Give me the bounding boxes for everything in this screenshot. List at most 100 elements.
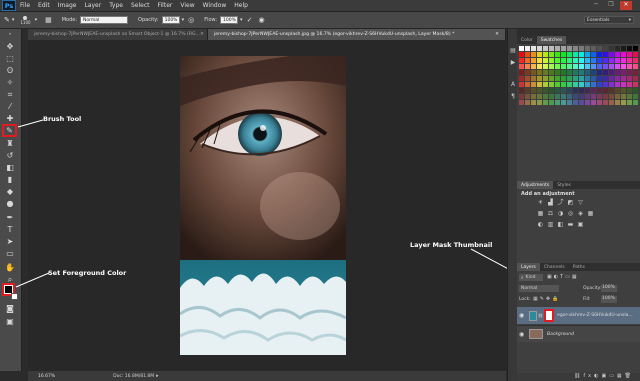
color-swatch[interactable] [567,70,572,75]
color-swatch[interactable] [543,94,548,99]
workspace-select[interactable]: Essentials ▾ [584,16,634,24]
color-swatch[interactable] [519,94,524,99]
brush-tool-icon[interactable]: ✎ [2,124,17,137]
color-swatch[interactable] [519,58,524,63]
color-swatch[interactable] [597,70,602,75]
color-swatch[interactable] [555,70,560,75]
color-swatch[interactable] [573,64,578,69]
color-swatch[interactable] [591,100,596,105]
color-swatch[interactable] [567,88,572,93]
tab-layers[interactable]: Layers [517,263,540,271]
color-swatch[interactable] [609,64,614,69]
quick-mask-icon[interactable]: ◙ [3,304,17,314]
color-swatch[interactable] [585,58,590,63]
color-swatch[interactable] [537,82,542,87]
color-swatch[interactable] [555,64,560,69]
color-swatch[interactable] [549,52,554,57]
lock-icons[interactable]: ▦✎✥🔒 [533,296,560,302]
color-swatch[interactable] [615,64,620,69]
color-swatch[interactable] [585,76,590,81]
curves-icon[interactable]: ⤴ [557,199,564,206]
color-swatch[interactable] [531,58,536,63]
eyedropper-tool-icon[interactable]: ⁄ [3,102,17,112]
color-swatch[interactable] [615,46,620,51]
blur-tool-icon[interactable]: ◆ [3,187,17,197]
color-swatch[interactable] [609,100,614,105]
chevron-down-icon[interactable]: ▾ [182,17,185,23]
layer-row-background[interactable]: ◉ Background [517,325,640,342]
color-swatch[interactable] [621,88,626,93]
color-swatch[interactable] [585,94,590,99]
color-swatch[interactable] [525,70,530,75]
layer-opacity-input[interactable]: 100% [601,285,617,292]
color-swatch[interactable] [585,70,590,75]
color-swatch[interactable] [579,70,584,75]
color-swatch[interactable] [531,82,536,87]
color-swatch[interactable] [627,100,632,105]
channel-mixer-icon[interactable]: ◈ [577,210,584,217]
color-swatch[interactable] [543,64,548,69]
color-swatch[interactable] [603,82,608,87]
visibility-eye-icon[interactable]: ◉ [519,331,527,338]
color-swatch[interactable] [603,88,608,93]
exposure-icon[interactable]: ◩ [567,199,574,206]
color-swatch[interactable] [549,82,554,87]
color-swatch[interactable] [621,100,626,105]
color-swatch[interactable] [627,76,632,81]
color-swatch[interactable] [531,70,536,75]
color-swatch[interactable] [561,88,566,93]
color-swatch[interactable] [537,64,542,69]
tab-color[interactable]: Color [517,36,537,44]
color-swatch[interactable] [561,52,566,57]
color-swatch[interactable] [543,100,548,105]
actions-icon[interactable]: ▶ [509,59,517,67]
crop-tool-icon[interactable]: ⌗ [3,90,17,100]
color-swatch[interactable] [525,88,530,93]
color-swatch[interactable] [597,100,602,105]
color-swatch[interactable] [627,64,632,69]
color-swatch[interactable] [579,64,584,69]
color-swatch[interactable] [585,82,590,87]
tab-smart-object[interactable]: jeremy-bishop-7JPerNWJEAE-unsplash as Sm… [28,29,208,40]
color-swatch[interactable] [525,64,530,69]
mode-select[interactable]: Normal [80,16,129,24]
eraser-tool-icon[interactable]: ◧ [3,163,17,173]
color-swatch[interactable] [555,94,560,99]
chevron-right-icon[interactable]: ▸ [156,373,159,379]
color-swatch[interactable] [549,70,554,75]
layer-thumbnail[interactable] [529,329,543,339]
healing-tool-icon[interactable]: ✚ [3,114,17,124]
color-swatch[interactable] [537,46,542,51]
color-swatch[interactable] [573,46,578,51]
color-swatch[interactable] [555,58,560,63]
color-swatch[interactable] [567,64,572,69]
color-swatch[interactable] [609,82,614,87]
tab-styles[interactable]: Styles [553,181,575,189]
color-swatch[interactable] [633,70,638,75]
color-swatch[interactable] [525,46,530,51]
color-swatch[interactable] [573,52,578,57]
color-swatch[interactable] [567,94,572,99]
color-swatch[interactable] [555,100,560,105]
color-swatch[interactable] [591,94,596,99]
color-swatch[interactable] [597,52,602,57]
color-swatch[interactable] [519,52,524,57]
color-swatch[interactable] [603,52,608,57]
color-swatch[interactable] [597,76,602,81]
color-swatch[interactable] [621,52,626,57]
color-swatch[interactable] [609,52,614,57]
menu-help[interactable]: Help [234,2,248,9]
gradient-map-icon[interactable]: ▬ [567,221,574,228]
color-swatch[interactable] [555,82,560,87]
color-swatch[interactable] [561,58,566,63]
menu-image[interactable]: Image [58,2,77,9]
close-icon[interactable]: ✕ [200,32,204,37]
close-icon[interactable]: ✕ [495,32,499,37]
color-swatch[interactable] [561,100,566,105]
menu-layer[interactable]: Layer [84,2,101,9]
tab-jpg-document[interactable]: jeremy-bishop-7JPerNWJEAE-unsplash.jpg @… [208,29,506,40]
color-swatch[interactable] [567,52,572,57]
color-swatch[interactable] [633,58,638,63]
pressure-opacity-icon[interactable]: ◎ [188,16,194,24]
color-swatch[interactable] [591,64,596,69]
